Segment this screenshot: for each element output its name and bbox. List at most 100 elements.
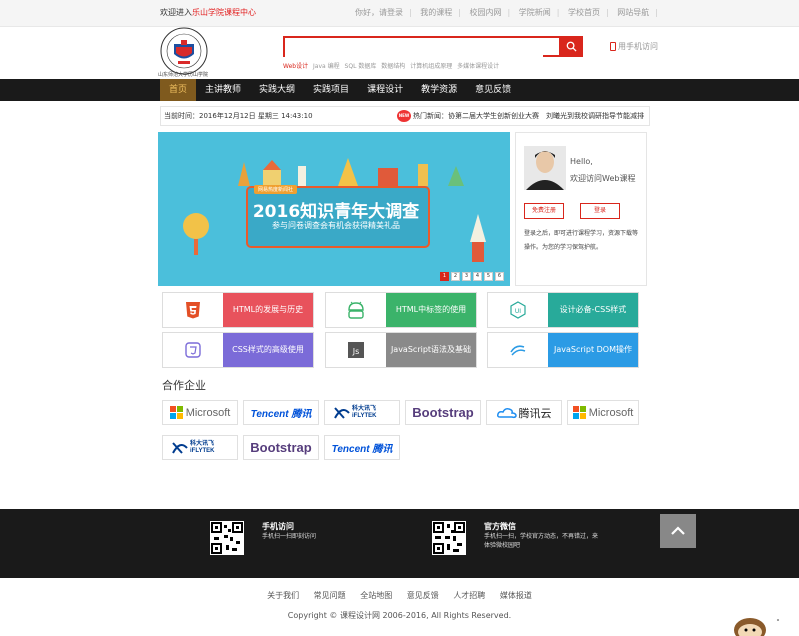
course-card-html-tags[interactable]: HTML中标签的使用 [325,292,477,328]
welcome-link[interactable]: 乐山学院课程中心 [192,8,256,17]
banner-subtitle: 参与问卷调查会有机会获得精美礼品 [272,221,400,230]
footer-link-jobs[interactable]: 人才招聘 [453,591,485,600]
my-courses-link[interactable]: 我的课程 [420,8,452,17]
welcome-text: 欢迎进入乐山学院课程中心 [160,0,256,26]
carousel-dot[interactable]: 4 [473,272,482,281]
search-button[interactable] [559,36,583,57]
tencent-cloud-logo-icon [496,407,517,418]
nav-item-resources[interactable]: 教学资源 [412,79,466,101]
partner-tencent[interactable]: Tencent 腾讯 [243,400,319,425]
back-to-top-button[interactable] [660,514,696,548]
js-icon: Js [326,333,386,367]
qr-code-icon [210,521,244,555]
nav-item-home[interactable]: 首页 [160,79,197,101]
phone-icon [610,42,616,51]
hello-text: Hello, [570,157,593,166]
hotword[interactable]: SQL 数据库 [345,63,377,70]
chevron-up-icon [671,526,685,535]
carousel-dot[interactable]: 3 [462,272,471,281]
mascot-icon[interactable]: ˚ [732,606,799,636]
avatar [524,146,566,190]
school-logo-icon[interactable] [160,27,208,75]
news-link[interactable]: 学院新闻 [519,8,551,17]
svg-text:˚: ˚ [776,618,780,628]
mobile-access-link[interactable]: 用手机访问 [610,41,658,52]
footer-link-faq[interactable]: 常见问题 [314,591,346,600]
banner-carousel[interactable]: 网易热度新闻社 2016知识青年大调查 参与问卷调查会有机会获得精美礼品 1 2… [158,132,510,286]
nav-item-feedback[interactable]: 意见反馈 [466,79,520,101]
search-input[interactable] [285,41,543,59]
nav-item-teachers[interactable]: 主讲教师 [196,79,250,101]
course-card-js-dom[interactable]: JavaScript DOM操作 [487,332,639,368]
welcome-prefix: 欢迎进入 [160,8,192,17]
school-home-link[interactable]: 学校首页 [568,8,600,17]
hotword[interactable]: Web设计 [283,63,308,70]
svg-text:Js: Js [352,347,360,356]
nav-item-course-design[interactable]: 课程设计 [358,79,412,101]
partners-title: 合作企业 [162,379,206,392]
register-button[interactable]: 免费注册 [524,203,564,219]
nav-item-outline[interactable]: 实践大纲 [250,79,304,101]
iflytek-logo-icon [172,441,188,454]
user-panel: Hello, 欢迎访问Web课程 免费注册 登录 登录之后，即可进行课程学习，资… [515,132,647,286]
android-icon [326,293,386,327]
hot-news-ticker[interactable]: 热门新闻：协第二届大学生创新创业大赛 刘曦光到我校调研指导节能减排 [413,107,649,125]
mobile-access-title: 手机访问 [262,522,294,531]
banner-title: 2016知识青年大调查 [252,202,420,222]
partner-tencent-cloud[interactable]: 腾讯云 [486,400,562,425]
welcome-course-text: 欢迎访问Web课程 [570,174,636,183]
course-card-label: 设计必备-CSS样式 [548,293,638,327]
banner-tag: 网易热度新闻社 [254,185,298,194]
course-card-css-advanced[interactable]: CSS样式的高级使用 [162,332,314,368]
hotword[interactable]: 多媒体课程设计 [457,63,499,70]
partner-bootstrap[interactable]: Bootstrap [405,400,481,425]
wechat-desc: 手机扫一扫，学校官方动态，不再错过，来体验微校园吧 [484,533,599,549]
partner-iflytek[interactable]: 科大讯飞 iFLYTEK [162,435,238,460]
ui-icon: UI [488,293,548,327]
footer-link-media[interactable]: 媒体报道 [500,591,532,600]
mobile-access-desc: 手机扫一扫即刻访问 [262,533,317,540]
site-nav-link[interactable]: 网站导航 [617,8,649,17]
partner-bootstrap[interactable]: Bootstrap [243,435,319,460]
carousel-dot[interactable]: 5 [484,272,493,281]
top-bar: 欢迎进入乐山学院课程中心 你好，请登录 | 我的课程 | 校园内网 | 学院新闻 | 学… [0,0,799,27]
swirl-icon [488,333,548,367]
nav-item-projects[interactable]: 实践项目 [304,79,358,101]
intranet-link[interactable]: 校园内网 [470,8,502,17]
footer-link-feedback[interactable]: 意见反馈 [407,591,439,600]
carousel-pagination: 1 2 3 4 5 6 [438,272,504,281]
carousel-dot[interactable]: 2 [451,272,460,281]
footer-link-sitemap[interactable]: 全站地图 [360,591,392,600]
partner-microsoft[interactable]: Microsoft [162,400,238,425]
header: 山东师范大学历山学院 Web设计 Java 编程 SQL 数据库 数据结构 计算… [0,27,799,79]
greeting: Hello, 欢迎访问Web课程 [570,153,635,187]
carousel-dot[interactable]: 6 [495,272,504,281]
logo-caption: 山东师范大学历山学院 [158,72,209,78]
hotword[interactable]: Java 编程 [313,63,340,70]
course-card-label: HTML中标签的使用 [386,293,476,327]
footer-link-about[interactable]: 关于我们 [267,591,299,600]
copyright: Copyright © 课程设计网 2006-2016, All Rights … [287,611,512,620]
course-card-html-history[interactable]: HTML的发展与历史 [162,292,314,328]
login-button[interactable]: 登录 [580,203,620,219]
microsoft-logo-icon [169,406,183,419]
partner-tencent[interactable]: Tencent 腾讯 [324,435,400,460]
login-link[interactable]: 你好，请登录 [355,8,403,17]
course-card-js-basics[interactable]: Js JavaScript语法及基础 [325,332,477,368]
partner-iflytek[interactable]: 科大讯飞 iFLYTEK [324,400,400,425]
svg-text:UI: UI [515,308,521,315]
top-links: 你好，请登录 | 我的课程 | 校园内网 | 学院新闻 | 学校首页 | 网站导航 | [355,8,658,17]
css3-icon [163,333,223,367]
html5-icon [163,293,223,327]
current-time: 当前时间：2016年12月12日 星期三 14:43:10 [164,112,313,120]
main-nav: 首页 主讲教师 实践大纲 实践项目 课程设计 教学资源 意见反馈 [0,79,799,101]
hotword[interactable]: 数据结构 [381,63,405,70]
globe-icon [183,213,209,255]
course-card-label: CSS样式的高级使用 [223,333,313,367]
carousel-dot[interactable]: 1 [440,272,449,281]
microsoft-logo-icon [572,406,586,419]
partner-microsoft[interactable]: Microsoft [567,400,639,425]
course-card-css-design[interactable]: UI 设计必备-CSS样式 [487,292,639,328]
hotword[interactable]: 计算机组成原理 [410,63,452,70]
course-card-label: JavaScript DOM操作 [548,333,638,367]
